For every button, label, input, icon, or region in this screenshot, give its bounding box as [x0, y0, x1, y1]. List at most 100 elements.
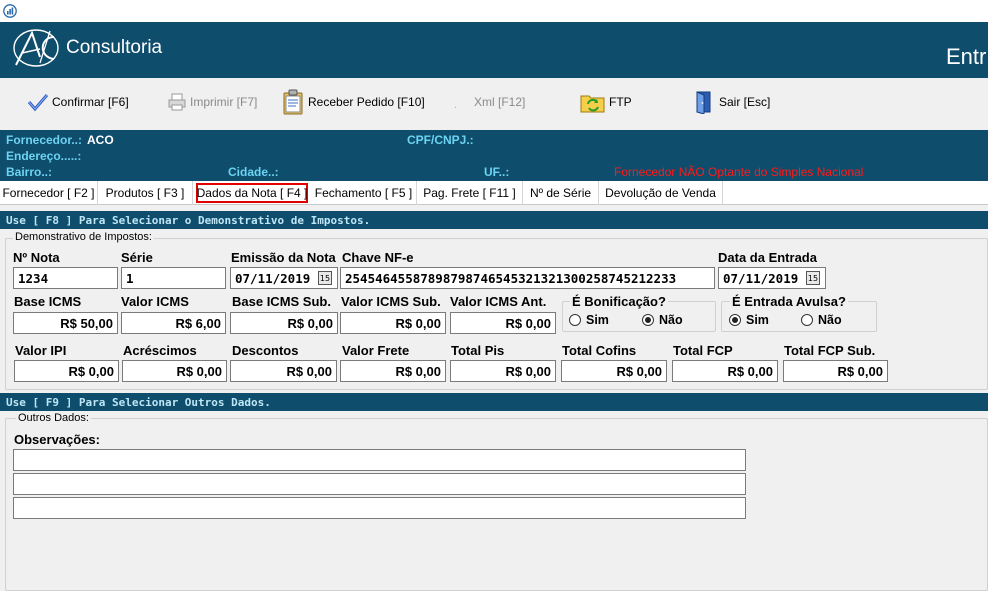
cpf-label: CPF/CNPJ.:: [407, 133, 474, 147]
emissao-date-value: 07/11/2019: [235, 270, 311, 286]
tab-dados-da-nota[interactable]: Dados da Nota [ F4 ]: [196, 183, 308, 203]
radio-indicator: [569, 314, 581, 326]
obs-line-3-input[interactable]: [13, 497, 746, 519]
tab-strip: Fornecedor [ F2 ] Produtos [ F3 ] Dados …: [0, 181, 988, 205]
city-label: Cidade..:: [228, 165, 279, 179]
confirm-button[interactable]: Confirmar [F6]: [27, 86, 129, 118]
xml-button[interactable]: . Xml [F12]: [451, 86, 525, 118]
print-button[interactable]: Imprimir [F7]: [167, 86, 257, 118]
avulsa-label: É Entrada Avulsa?: [730, 294, 848, 309]
outros-header: Use [ F9 ] Para Selecionar Outros Dados.: [0, 393, 988, 411]
supplier-value: ACO: [87, 133, 114, 147]
receive-order-button[interactable]: Receber Pedido [F10]: [281, 86, 425, 118]
base-icms-sub-label: Base ICMS Sub.: [232, 294, 331, 309]
receive-order-label: Receber Pedido [F10]: [308, 95, 425, 109]
chave-label: Chave NF-e: [342, 250, 414, 265]
entrada-label: Data da Entrada: [718, 250, 817, 265]
bonificacao-sim-radio[interactable]: Sim: [569, 313, 609, 327]
obs-line-2-input[interactable]: [13, 473, 746, 495]
exit-button[interactable]: Sair [Esc]: [694, 86, 770, 118]
tab-numero-serie[interactable]: Nº de Série: [523, 181, 599, 205]
ftp-button[interactable]: FTP: [580, 86, 632, 118]
serie-label: Série: [121, 250, 153, 265]
uf-label: UF..:: [484, 165, 510, 179]
exit-label: Sair [Esc]: [719, 95, 771, 109]
calendar-icon[interactable]: 15: [318, 271, 332, 285]
radio-indicator: [801, 314, 813, 326]
fcp-input[interactable]: R$ 0,00: [672, 360, 778, 382]
valor-icms-sub-label: Valor ICMS Sub.: [341, 294, 441, 309]
checkmark-icon: [27, 94, 49, 112]
confirm-label: Confirmar [F6]: [52, 95, 129, 109]
valor-icms-label: Valor ICMS: [121, 294, 189, 309]
avulsa-sim-label: Sim: [746, 313, 769, 327]
fcp-sub-label: Total FCP Sub.: [784, 343, 876, 358]
xml-label: Xml [F12]: [474, 95, 526, 109]
serie-input[interactable]: 1: [121, 267, 226, 289]
pis-input[interactable]: R$ 0,00: [450, 360, 556, 382]
cofins-label: Total Cofins: [562, 343, 637, 358]
avulsa-nao-label: Não: [818, 313, 842, 327]
folder-sync-icon: [580, 95, 605, 113]
svg-text:.: .: [454, 100, 457, 111]
chave-input[interactable]: 2545464558789879874654532132130025874521…: [340, 267, 715, 289]
screen-title: Entr: [946, 44, 987, 69]
frete-input[interactable]: R$ 0,00: [340, 360, 446, 382]
fcp-label: Total FCP: [673, 343, 733, 358]
tab-fechamento[interactable]: Fechamento [ F5 ]: [311, 181, 417, 205]
pis-label: Total Pis: [451, 343, 505, 358]
frete-label: Valor Frete: [342, 343, 410, 358]
nota-input[interactable]: 1234: [13, 267, 118, 289]
bonificacao-nao-label: Não: [659, 313, 683, 327]
calendar-icon[interactable]: 15: [806, 271, 820, 285]
xml-icon: .: [454, 100, 457, 111]
exit-door-icon: [696, 91, 711, 114]
obs-line-1-input[interactable]: [13, 449, 746, 471]
cofins-input[interactable]: R$ 0,00: [561, 360, 667, 382]
base-icms-input[interactable]: R$ 50,00: [13, 312, 118, 334]
app-icon: [3, 4, 17, 18]
bonificacao-sim-label: Sim: [586, 313, 609, 327]
fcp-sub-input[interactable]: R$ 0,00: [783, 360, 888, 382]
ipi-input[interactable]: R$ 0,00: [14, 360, 119, 382]
valor-icms-ant-label: Valor ICMS Ant.: [450, 294, 547, 309]
avulsa-nao-radio[interactable]: Não: [801, 313, 842, 327]
descontos-label: Descontos: [232, 343, 299, 358]
ftp-label: FTP: [609, 95, 632, 109]
tab-pag-frete[interactable]: Pag. Frete [ F11 ]: [417, 181, 523, 205]
radio-indicator: [729, 314, 741, 326]
tab-fornecedor[interactable]: Fornecedor [ F2 ]: [0, 181, 98, 205]
impostos-header: Use [ F8 ] Para Selecionar o Demonstrati…: [0, 211, 988, 229]
bonificacao-nao-radio[interactable]: Não: [642, 313, 683, 327]
supplier-label: Fornecedor..:: [6, 133, 83, 147]
base-icms-sub-input[interactable]: R$ 0,00: [230, 312, 338, 334]
simples-warning: Fornecedor NÃO Optante do Simples Nacion…: [614, 165, 864, 179]
valor-icms-ant-input[interactable]: R$ 0,00: [450, 312, 556, 334]
supplier-info-bar: Fornecedor..: ACO CPF/CNPJ.: Endereço...…: [0, 130, 988, 181]
bonificacao-label: É Bonificação?: [570, 294, 668, 309]
emissao-label: Emissão da Nota: [231, 250, 336, 265]
tab-devolucao-venda[interactable]: Devolução de Venda: [599, 181, 723, 205]
brand-logo: [13, 29, 59, 67]
address-label: Endereço.....:: [6, 149, 82, 163]
window-titlebar: [0, 0, 988, 22]
valor-icms-sub-input[interactable]: R$ 0,00: [340, 312, 446, 334]
clipboard-icon: [283, 89, 303, 115]
obs-label: Observações:: [14, 432, 100, 447]
ipi-label: Valor IPI: [15, 343, 67, 358]
district-label: Bairro..:: [6, 165, 53, 179]
print-label: Imprimir [F7]: [190, 95, 258, 109]
avulsa-sim-radio[interactable]: Sim: [729, 313, 769, 327]
descontos-input[interactable]: R$ 0,00: [230, 360, 337, 382]
acrescimos-label: Acréscimos: [123, 343, 197, 358]
acrescimos-input[interactable]: R$ 0,00: [122, 360, 227, 382]
tab-produtos[interactable]: Produtos [ F3 ]: [98, 181, 193, 205]
valor-icms-input[interactable]: R$ 6,00: [121, 312, 226, 334]
radio-indicator: [642, 314, 654, 326]
impostos-group-label: Demonstrativo de Impostos:: [13, 231, 154, 243]
nota-label: Nº Nota: [13, 250, 60, 265]
printer-icon: [168, 93, 186, 111]
outros-group-label: Outros Dados:: [16, 412, 91, 424]
entrada-date-value: 07/11/2019: [723, 270, 799, 286]
base-icms-label: Base ICMS: [14, 294, 82, 309]
